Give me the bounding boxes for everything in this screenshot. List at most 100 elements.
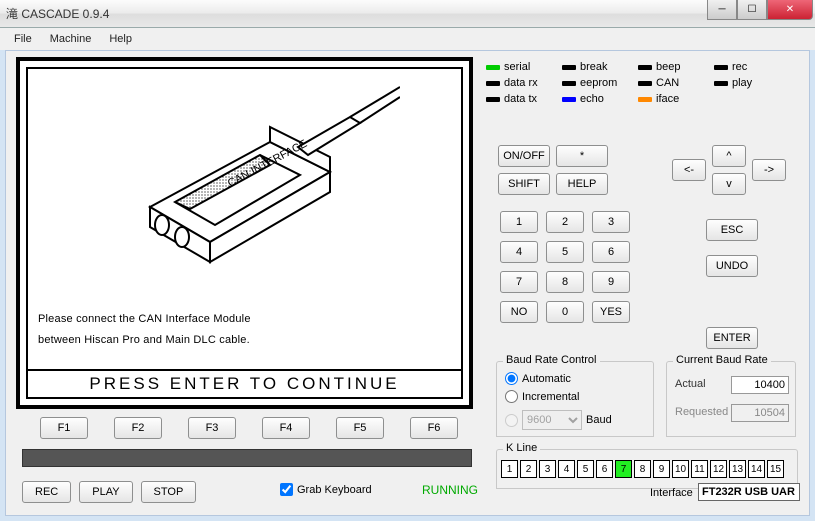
stop-button[interactable]: STOP [141,481,197,503]
led-serial-label: serial [504,61,530,73]
led-iface-label: iface [656,93,679,105]
menu-help[interactable]: Help [101,31,140,47]
key-2[interactable]: 2 [546,211,584,233]
kline-cell-12[interactable]: 12 [710,460,727,478]
menu-file[interactable]: File [6,31,40,47]
maximize-button[interactable]: ☐ [737,0,767,20]
kline-cell-13[interactable]: 13 [729,460,746,478]
key-4[interactable]: 4 [500,241,538,263]
minimize-button[interactable]: ─ [707,0,737,20]
grab-keyboard-input[interactable] [280,483,293,496]
led-can-swatch [638,81,652,86]
led-panel: serialbreakbeeprecdata rxeepromCANplayda… [486,61,790,105]
title-bar: 滝 CASCADE 0.9.4 ─ ☐ ✕ [0,0,815,28]
onoff-button[interactable]: ON/OFF [498,145,550,167]
kline-cell-7[interactable]: 7 [615,460,632,478]
shift-button[interactable]: SHIFT [498,173,550,195]
baud-legend: Baud Rate Control [503,354,600,366]
rec-button[interactable]: REC [22,481,71,503]
key-7[interactable]: 7 [500,271,538,293]
kline-cell-14[interactable]: 14 [748,460,765,478]
play-button[interactable]: PLAY [79,481,132,503]
actual-value: 10400 [731,376,789,394]
enter-button[interactable]: ENTER [706,327,758,349]
kline-cell-11[interactable]: 11 [691,460,708,478]
f2-button[interactable]: F2 [114,417,162,439]
led-eeprom-label: eeprom [580,77,617,89]
arrow-up-button[interactable]: ^ [712,145,746,167]
lcd-inner: CAN INTERFACE Please connect the CAN Int… [26,67,463,399]
baud-manual-row: 9600 Baud [505,410,612,430]
arrow-down-button[interactable]: v [712,173,746,195]
led-datarx-swatch [486,81,500,86]
client-area: CAN INTERFACE Please connect the CAN Int… [5,50,810,516]
key-6[interactable]: 6 [592,241,630,263]
f6-button[interactable]: F6 [410,417,458,439]
f4-button[interactable]: F4 [262,417,310,439]
grab-keyboard-checkbox[interactable]: Grab Keyboard [280,483,372,496]
baud-auto-row[interactable]: Automatic [505,372,571,385]
kline-cell-3[interactable]: 3 [539,460,556,478]
baud-inc-radio[interactable] [505,390,518,403]
led-datarx-label: data rx [504,77,538,89]
device-illustration: CAN INTERFACE [28,69,461,309]
key-8[interactable]: 8 [546,271,584,293]
msg-line-2: between Hiscan Pro and Main DLC cable. [38,330,451,351]
key-0[interactable]: 0 [546,301,584,323]
f5-button[interactable]: F5 [336,417,384,439]
esc-button[interactable]: ESC [706,219,758,241]
kline-cell-1[interactable]: 1 [501,460,518,478]
requested-label: Requested [675,406,728,418]
kline-cell-15[interactable]: 15 [767,460,784,478]
menu-machine[interactable]: Machine [42,31,100,47]
undo-button[interactable]: UNDO [706,255,758,277]
led-serial: serial [486,61,562,73]
arrow-left-button[interactable]: <- [672,159,706,181]
close-button[interactable]: ✕ [767,0,813,20]
key-1[interactable]: 1 [500,211,538,233]
baud-inc-row[interactable]: Incremental [505,390,579,403]
kline-cell-10[interactable]: 10 [672,460,689,478]
baud-auto-radio[interactable] [505,372,518,385]
grab-keyboard-label: Grab Keyboard [297,484,372,496]
led-datatx: data tx [486,93,562,105]
help-button[interactable]: HELP [556,173,608,195]
control-buttons: ON/OFF * SHIFT HELP [498,145,608,195]
yes-button[interactable]: YES [592,301,630,323]
kline-cell-9[interactable]: 9 [653,460,670,478]
f3-button[interactable]: F3 [188,417,236,439]
baud-select[interactable]: 9600 [522,410,582,430]
esc-undo-buttons: ESC UNDO [706,219,758,277]
interface-label: Interface [650,487,693,499]
baud-manual-radio[interactable] [505,414,518,427]
enter-wrap: ENTER [706,327,758,349]
led-break-swatch [562,65,576,70]
led-play-swatch [714,81,728,86]
interface-value: FT232R USB UAR [698,483,800,501]
star-button[interactable]: * [556,145,608,167]
kline-cell-2[interactable]: 2 [520,460,537,478]
progress-bar [22,449,472,467]
kline-cell-4[interactable]: 4 [558,460,575,478]
f1-button[interactable]: F1 [40,417,88,439]
key-5[interactable]: 5 [546,241,584,263]
led-datarx: data rx [486,77,562,89]
actual-label: Actual [675,378,706,390]
window-title: 滝 CASCADE 0.9.4 [6,5,109,22]
led-iface-swatch [638,97,652,102]
no-button[interactable]: NO [500,301,538,323]
arrow-right-button[interactable]: -> [752,159,786,181]
led-eeprom: eeprom [562,77,638,89]
kline-cell-6[interactable]: 6 [596,460,613,478]
led-iface: iface [638,93,714,105]
key-3[interactable]: 3 [592,211,630,233]
led-eeprom-swatch [562,81,576,86]
led-rec-label: rec [732,61,747,73]
led-rec: rec [714,61,790,73]
current-legend: Current Baud Rate [673,354,771,366]
kline-cell-5[interactable]: 5 [577,460,594,478]
key-9[interactable]: 9 [592,271,630,293]
numeric-keypad: 1 2 3 4 5 6 7 8 9 NO 0 YES [500,211,630,323]
led-echo: echo [562,93,638,105]
kline-cell-8[interactable]: 8 [634,460,651,478]
